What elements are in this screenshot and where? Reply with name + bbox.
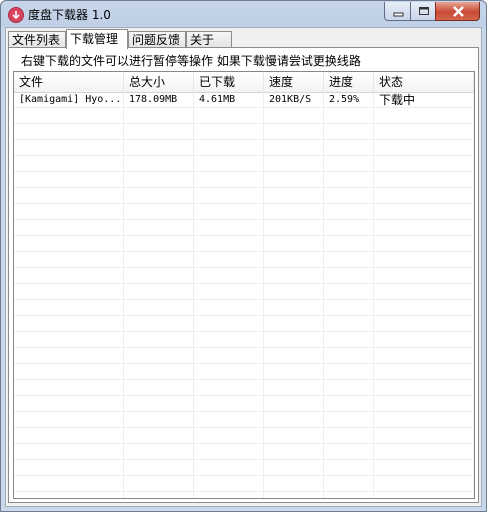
close-button[interactable]	[435, 2, 480, 21]
column-header-speed[interactable]: 速度	[264, 72, 324, 92]
column-divider	[193, 92, 194, 498]
minimize-button[interactable]	[384, 2, 411, 21]
tab-file-list[interactable]: 文件列表	[8, 31, 66, 48]
cell-file: [Kamigami] Hyo...	[19, 94, 122, 105]
window-title: 度盘下载器 1.0	[28, 8, 111, 22]
maximize-button[interactable]	[410, 2, 436, 21]
list-body: [Kamigami] Hyo... 178.09MB 4.61MB 201KB/…	[14, 92, 474, 498]
column-header-size[interactable]: 总大小	[124, 72, 194, 92]
minimize-icon	[393, 12, 404, 17]
column-header-progress[interactable]: 进度	[324, 72, 374, 92]
cell-status: 下载中	[379, 93, 416, 107]
download-arrow-icon	[8, 7, 24, 23]
maximize-icon	[419, 7, 429, 15]
app-window: 度盘下载器 1.0 文件列表 下载管理 问题反馈 关于 右键下载的文件可以进行暂…	[0, 0, 487, 512]
tab-about[interactable]: 关于	[186, 31, 232, 48]
column-divider	[263, 92, 264, 498]
download-manager-panel: 右键下载的文件可以进行暂停等操作 如果下载慢请尝试更换线路 文件 总大小 已下载…	[8, 47, 479, 503]
list-header: 文件 总大小 已下载 速度 进度 状态	[14, 72, 474, 93]
column-divider	[373, 92, 374, 498]
title-bar[interactable]: 度盘下载器 1.0	[1, 1, 486, 27]
client-area: 文件列表 下载管理 问题反馈 关于 右键下载的文件可以进行暂停等操作 如果下载慢…	[5, 27, 482, 507]
hint-text: 右键下载的文件可以进行暂停等操作 如果下载慢请尝试更换线路	[21, 54, 361, 68]
tab-download-manager[interactable]: 下载管理	[66, 29, 128, 49]
cell-speed: 201KB/S	[269, 94, 312, 105]
column-header-downloaded[interactable]: 已下载	[194, 72, 264, 92]
download-list[interactable]: 文件 总大小 已下载 速度 进度 状态 [Kamigami] Hyo... 17…	[13, 71, 475, 499]
cell-size: 178.09MB	[129, 94, 178, 105]
column-divider	[123, 92, 124, 498]
table-row[interactable]: [Kamigami] Hyo... 178.09MB 4.61MB 201KB/…	[14, 92, 474, 108]
cell-progress: 2.59%	[329, 94, 360, 105]
close-icon	[453, 6, 464, 17]
column-divider	[323, 92, 324, 498]
column-header-status[interactable]: 状态	[374, 72, 474, 92]
cell-downloaded: 4.61MB	[199, 94, 236, 105]
column-header-file[interactable]: 文件	[14, 72, 124, 92]
column-divider	[473, 92, 474, 498]
tab-feedback[interactable]: 问题反馈	[128, 31, 186, 48]
